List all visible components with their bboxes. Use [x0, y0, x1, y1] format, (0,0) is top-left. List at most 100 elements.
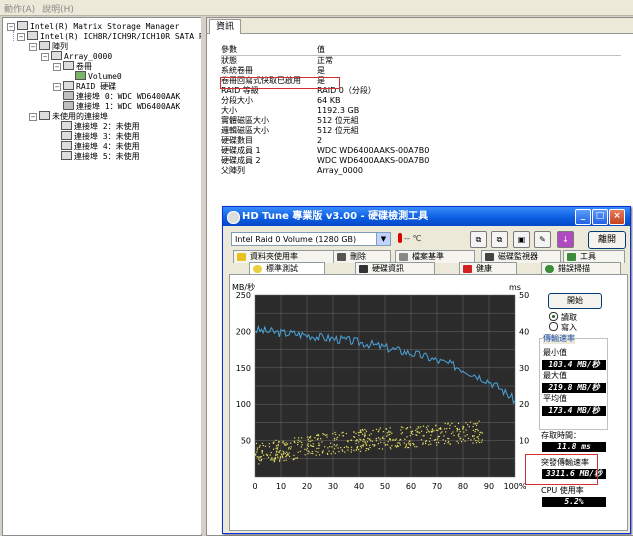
access-time-point [294, 441, 296, 444]
x-tick: 100% [504, 482, 527, 491]
exit-button[interactable]: 離開 [588, 231, 626, 249]
copy-screenshot-icon[interactable]: ⧉ [491, 231, 508, 248]
tab-info[interactable]: 資訊 [209, 19, 242, 34]
tree-node-arrays[interactable]: − 陣列 [29, 41, 68, 51]
access-time-point [416, 446, 418, 448]
access-time-point [431, 428, 434, 430]
access-time-point [425, 426, 427, 428]
tree-node-port4[interactable]: 連接埠 4：未使用 [61, 141, 140, 151]
start-button[interactable]: 開始 [548, 293, 602, 309]
access-time-point [447, 442, 449, 444]
close-icon[interactable]: × [609, 209, 625, 225]
tree-node-volumes[interactable]: − 卷冊 [53, 61, 92, 71]
tree-node-controller[interactable]: − Intel(R) ICH8R/ICH9R/ICH10R SATA RAI [17, 31, 201, 41]
maximize-icon[interactable]: □ [592, 209, 608, 225]
x-tick: 0 [252, 482, 257, 491]
tree-node-port2[interactable]: 連接埠 2：未使用 [61, 121, 140, 131]
access-time-point [392, 439, 394, 441]
property-value: 1192.3 GB [317, 106, 360, 115]
access-time-point [399, 442, 401, 444]
access-time-point [275, 445, 278, 447]
y-left-tick: 250 [236, 291, 251, 300]
access-time-point [355, 449, 358, 451]
access-time-point [329, 446, 331, 448]
access-time-point [443, 442, 446, 445]
tree-node-raid-disks[interactable]: − RAID 硬碟 [53, 81, 116, 91]
access-time-point [358, 448, 360, 451]
access-time-point [430, 434, 432, 436]
access-time-point [257, 456, 259, 458]
minimize-icon[interactable]: _ [575, 209, 591, 225]
tree-node-array0000[interactable]: − Array_0000 [41, 51, 112, 61]
collapse-icon[interactable]: − [53, 63, 61, 71]
collapse-icon[interactable]: − [29, 113, 37, 121]
access-time-point [444, 440, 447, 442]
access-time-point [475, 440, 477, 442]
access-time-point [293, 454, 295, 457]
tree-node-port5[interactable]: 連接埠 5：未使用 [61, 151, 140, 161]
access-time-point [386, 432, 388, 434]
access-time-point [388, 430, 390, 432]
access-time-point [334, 431, 336, 434]
access-time-point [395, 446, 398, 448]
access-time-point [256, 456, 258, 458]
access-time-point [365, 447, 368, 450]
tree-node-port0[interactable]: 連接埠 0：WDC WD6400AAK [63, 91, 180, 101]
save-icon[interactable]: ▣ [513, 231, 530, 248]
access-time-point [259, 456, 261, 458]
access-time-point [481, 439, 484, 441]
access-time-point [375, 428, 378, 430]
access-time-point [472, 442, 474, 444]
access-time-point [473, 435, 475, 437]
y-left-tick: 150 [236, 364, 251, 373]
access-time-point [456, 428, 458, 430]
access-time-point [460, 441, 463, 443]
access-time-point [300, 446, 302, 448]
drive-select[interactable]: Intel Raid 0 Volume (1280 GB) ▼ [231, 232, 391, 246]
access-time-point [307, 445, 310, 447]
copy-info-icon[interactable]: ⧉ [470, 231, 487, 248]
cable-icon [61, 121, 72, 130]
access-time-point [361, 433, 364, 435]
device-tree[interactable]: − Intel(R) Matrix Storage Manager − Intel(… [2, 17, 202, 536]
access-time-point [429, 437, 431, 440]
access-time-point [447, 423, 449, 425]
menu-action[interactable]: 動作(A) [4, 2, 35, 15]
access-time-point [270, 451, 272, 454]
access-time-point [317, 437, 319, 440]
access-time-point [381, 437, 383, 439]
access-time-point [356, 445, 359, 448]
download-icon[interactable]: ↓ [557, 231, 574, 248]
access-time-point [353, 431, 355, 433]
chevron-down-icon[interactable]: ▼ [376, 233, 390, 245]
access-time-point [387, 434, 389, 436]
write-radio[interactable]: 寫入 [549, 322, 577, 333]
menu-help[interactable]: 說明(H) [42, 2, 74, 15]
tree-node-unused-ports[interactable]: − 未使用的連接埠 [29, 111, 108, 121]
access-time-point [367, 448, 369, 450]
access-time-point [337, 447, 339, 449]
tree-node-port1[interactable]: 連接埠 1：WDC WD6400AAK [63, 101, 180, 111]
access-time-point [447, 441, 450, 443]
access-time-point [316, 447, 318, 450]
tree-node-port3[interactable]: 連接埠 3：未使用 [61, 131, 140, 141]
tree-node-matrix[interactable]: − Intel(R) Matrix Storage Manager [7, 21, 179, 31]
collapse-icon[interactable]: − [53, 83, 61, 91]
access-time-point [350, 446, 353, 448]
access-time-point [406, 436, 408, 438]
access-time-point [280, 453, 282, 455]
access-time-point [458, 435, 460, 438]
collapse-icon[interactable]: − [7, 23, 15, 31]
access-time-point [259, 459, 261, 461]
access-time-point [382, 430, 385, 433]
access-time-point [317, 433, 319, 436]
access-time-point [448, 438, 450, 440]
collapse-icon[interactable]: − [41, 53, 49, 61]
access-time-point [464, 435, 466, 437]
collapse-icon[interactable]: − [29, 43, 37, 51]
collapse-icon[interactable]: − [17, 33, 25, 41]
options-icon[interactable]: ✎ [534, 231, 551, 248]
tree-node-volume0[interactable]: Volume0 [75, 71, 122, 81]
access-time-point [276, 447, 279, 449]
x-tick: 20 [302, 482, 312, 491]
